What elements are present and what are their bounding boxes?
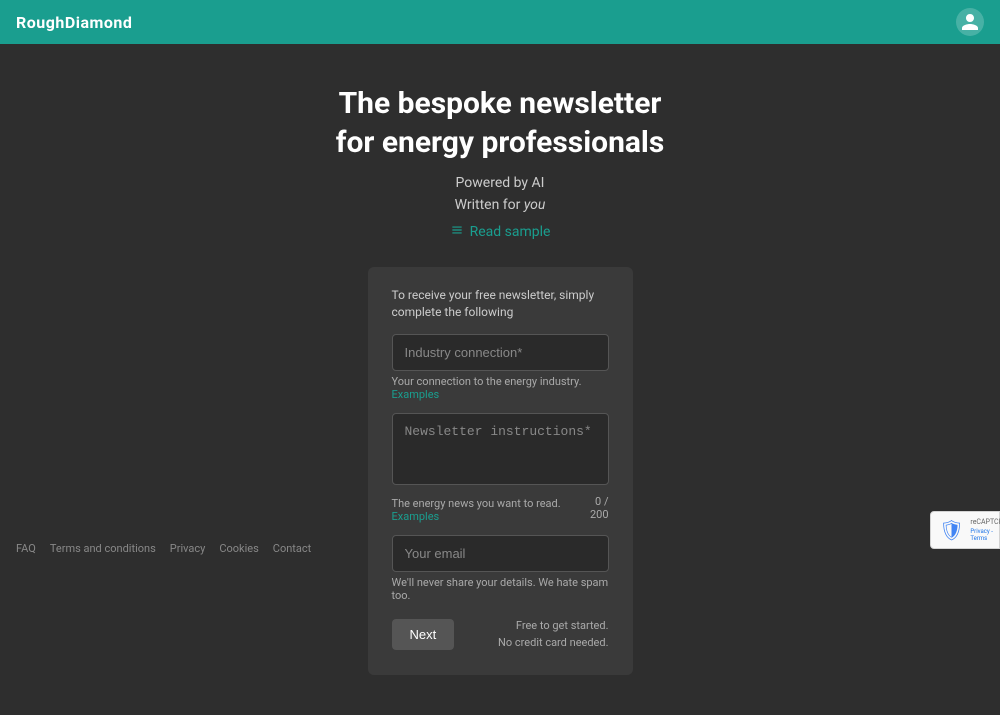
textarea-footer: The energy news you want to read. Exampl… bbox=[392, 493, 609, 523]
footer-contact-link[interactable]: Contact bbox=[273, 542, 311, 555]
article-icon bbox=[450, 223, 464, 241]
footer-faq-link[interactable]: FAQ bbox=[16, 542, 36, 555]
newsletter-instructions-hint: The energy news you want to read. Exampl… bbox=[392, 497, 579, 523]
newsletter-examples-link[interactable]: Examples bbox=[392, 510, 440, 523]
written-for: Written for you bbox=[455, 194, 546, 216]
recaptcha-links: Privacy - Terms bbox=[970, 528, 1000, 542]
free-note: Free to get started. No credit card need… bbox=[498, 618, 608, 651]
newsletter-instructions-input[interactable] bbox=[392, 413, 609, 485]
hero-subheadline: Powered by AI Written for you bbox=[455, 172, 546, 217]
footer-privacy-link[interactable]: Privacy bbox=[170, 542, 206, 555]
newsletter-instructions-group: The energy news you want to read. Exampl… bbox=[392, 413, 609, 523]
form-actions: Next Free to get started. No credit card… bbox=[392, 618, 609, 651]
email-hint: We'll never share your details. We hate … bbox=[392, 576, 609, 602]
industry-connection-hint: Your connection to the energy industry. … bbox=[392, 375, 609, 401]
next-button[interactable]: Next bbox=[392, 619, 455, 650]
industry-connection-input[interactable] bbox=[392, 334, 609, 371]
hero-headline: The bespoke newsletter for energy profes… bbox=[336, 84, 665, 162]
industry-examples-link[interactable]: Examples bbox=[392, 388, 440, 401]
powered-by: Powered by AI bbox=[455, 172, 546, 194]
recaptcha-badge: 🛡 reCAPTCHA Privacy - Terms bbox=[930, 511, 1000, 549]
headline-text: The bespoke newsletter for energy profes… bbox=[336, 84, 665, 162]
header: RoughDiamond bbox=[0, 0, 1000, 44]
footer: FAQ Terms and conditions Privacy Cookies… bbox=[0, 534, 1000, 563]
logo: RoughDiamond bbox=[16, 13, 132, 32]
main-content: The bespoke newsletter for energy profes… bbox=[0, 44, 1000, 715]
char-count: 0 / 200 bbox=[579, 495, 609, 521]
user-account-icon[interactable] bbox=[956, 8, 984, 36]
recaptcha-logo: 🛡 bbox=[939, 518, 964, 542]
form-intro-text: To receive your free newsletter, simply … bbox=[392, 287, 609, 321]
read-sample-link[interactable]: Read sample bbox=[450, 223, 551, 241]
recaptcha-text: reCAPTCHA bbox=[970, 518, 1000, 527]
industry-connection-group: Your connection to the energy industry. … bbox=[392, 334, 609, 401]
signup-form-card: To receive your free newsletter, simply … bbox=[368, 267, 633, 676]
footer-cookies-link[interactable]: Cookies bbox=[219, 542, 258, 555]
footer-terms-link[interactable]: Terms and conditions bbox=[50, 542, 156, 555]
